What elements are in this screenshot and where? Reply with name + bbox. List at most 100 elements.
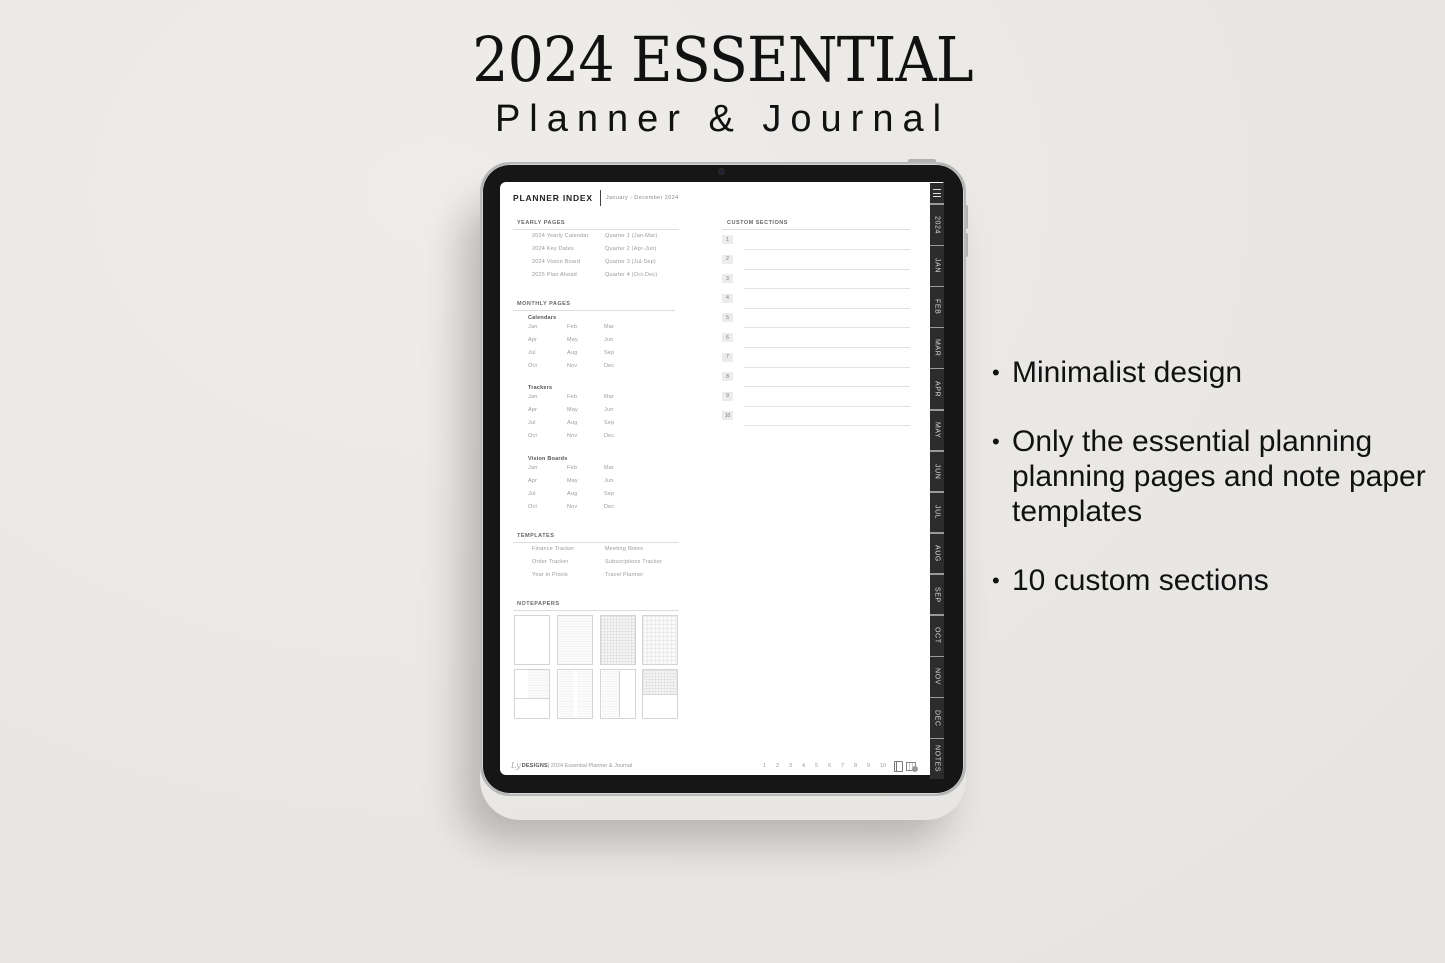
month-link[interactable]: May [567, 337, 578, 343]
month-link[interactable]: Dec [604, 363, 614, 369]
month-link[interactable]: May [567, 407, 578, 413]
custom-section-number[interactable]: 4 [722, 293, 733, 303]
tab-feb[interactable]: FEB [930, 287, 944, 327]
month-link[interactable]: Apr [528, 407, 537, 413]
custom-section-page-link[interactable]: 6 [823, 763, 836, 769]
menu-tab[interactable] [930, 183, 944, 203]
month-link[interactable]: Apr [528, 337, 537, 343]
custom-section-number[interactable]: 7 [722, 352, 733, 362]
month-link[interactable]: Apr [528, 478, 537, 484]
quarter-page-link[interactable]: Quarter 1 (Jan-Mar) [605, 233, 657, 239]
month-link[interactable]: Mar [604, 324, 614, 330]
yearly-page-link[interactable]: 2024 Yearly Calendar [532, 233, 589, 239]
month-link[interactable]: Mar [604, 394, 614, 400]
month-link[interactable]: Sep [604, 350, 614, 356]
custom-section-number[interactable]: 5 [722, 313, 733, 323]
custom-section-page-link[interactable]: 1 [758, 763, 771, 769]
month-link[interactable]: Feb [567, 324, 577, 330]
calendar-check-icon[interactable] [906, 760, 918, 772]
custom-section-page-link[interactable]: 3 [784, 763, 797, 769]
template-link[interactable]: Meeting Notes [605, 546, 643, 552]
tab-jun[interactable]: JUN [930, 451, 944, 492]
notepaper-thumbnail-cornell-lined[interactable] [514, 669, 550, 719]
custom-section-number[interactable]: 8 [722, 372, 733, 382]
month-link[interactable]: Jun [604, 478, 613, 484]
month-link[interactable]: Nov [567, 363, 577, 369]
template-link[interactable]: Order Tracker [532, 559, 569, 565]
month-link[interactable]: Oct [528, 433, 537, 439]
tab-notes[interactable]: NOTES [930, 739, 944, 779]
month-link[interactable]: Jan [528, 394, 537, 400]
custom-section-number[interactable]: 1 [722, 235, 733, 244]
template-link[interactable]: Finance Tracker [532, 546, 574, 552]
custom-section-title-line[interactable] [744, 327, 910, 329]
custom-section-page-link[interactable]: 9 [862, 763, 875, 769]
custom-section-title-line[interactable] [744, 307, 910, 309]
month-link[interactable]: Nov [567, 433, 577, 439]
month-link[interactable]: Dec [604, 504, 614, 510]
custom-section-number[interactable]: 9 [722, 391, 733, 401]
custom-section-number[interactable]: 2 [722, 254, 733, 264]
notepaper-thumbnail-lined[interactable] [557, 615, 593, 665]
yearly-page-link[interactable]: 2024 Vision Board [532, 259, 580, 265]
month-link[interactable]: Feb [567, 394, 577, 400]
custom-section-title-line[interactable] [744, 425, 910, 427]
notepaper-thumbnail-grid[interactable] [600, 615, 636, 665]
yearly-page-link[interactable]: 2025 Plan Ahead [532, 272, 577, 278]
tab-mar[interactable]: MAR [930, 328, 944, 368]
notepaper-thumbnail-half-grid[interactable] [642, 669, 678, 719]
custom-section-page-link[interactable]: 7 [836, 763, 849, 769]
month-link[interactable]: Jan [528, 465, 537, 471]
custom-section-page-link[interactable]: 4 [797, 763, 810, 769]
month-link[interactable]: Jun [604, 407, 613, 413]
tab-jul[interactable]: JUL [930, 492, 944, 533]
month-link[interactable]: Jul [528, 491, 536, 497]
custom-section-title-line[interactable] [744, 405, 910, 407]
custom-section-number[interactable]: 3 [722, 274, 733, 284]
tab-jan[interactable]: JAN [930, 246, 944, 286]
quarter-page-link[interactable]: Quarter 2 (Apr-Jun) [605, 246, 656, 252]
tab-nov[interactable]: NOV [930, 657, 944, 697]
month-link[interactable]: Oct [528, 363, 537, 369]
quarter-page-link[interactable]: Quarter 4 (Oct-Dec) [605, 272, 657, 278]
notepaper-thumbnail-dot-grid[interactable] [642, 615, 678, 665]
notepaper-thumbnail-blank[interactable] [514, 615, 550, 665]
month-link[interactable]: Sep [604, 420, 614, 426]
tab-sep[interactable]: SEP [930, 574, 944, 615]
month-link[interactable]: Aug [567, 350, 577, 356]
custom-section-page-link[interactable]: 8 [849, 763, 862, 769]
month-link[interactable]: Feb [567, 465, 577, 471]
custom-section-page-link[interactable]: 2 [771, 763, 784, 769]
template-link[interactable]: Travel Planner [605, 572, 643, 578]
month-link[interactable]: Aug [567, 420, 577, 426]
tab-dec[interactable]: DEC [930, 698, 944, 738]
tab-oct[interactable]: OCT [930, 616, 944, 656]
month-link[interactable]: Jan [528, 324, 537, 330]
month-link[interactable]: Jun [604, 337, 613, 343]
custom-section-title-line[interactable] [744, 386, 910, 388]
month-link[interactable]: Sep [604, 491, 614, 497]
month-link[interactable]: Oct [528, 504, 537, 510]
month-link[interactable]: May [567, 478, 578, 484]
custom-section-title-line[interactable] [744, 288, 910, 290]
yearly-page-link[interactable]: 2024 Key Dates [532, 246, 574, 252]
custom-section-title-line[interactable] [744, 268, 910, 270]
custom-section-title-line[interactable] [744, 347, 910, 348]
template-link[interactable]: Subscriptions Tracker [605, 559, 662, 565]
notepaper-thumbnail-two-column-lined[interactable] [557, 669, 593, 719]
month-link[interactable]: Jul [528, 350, 536, 356]
custom-section-page-link[interactable]: 10 [875, 763, 891, 769]
custom-section-title-line[interactable] [744, 249, 910, 250]
month-link[interactable]: Mar [604, 465, 614, 471]
custom-section-number[interactable]: 6 [722, 333, 733, 342]
tab-aug[interactable]: AUG [930, 533, 944, 574]
month-link[interactable]: Aug [567, 491, 577, 497]
tab-2024[interactable]: 2024 [930, 205, 944, 245]
month-link[interactable]: Jul [528, 420, 536, 426]
tab-may[interactable]: MAY [930, 410, 944, 450]
notebook-icon[interactable] [894, 760, 903, 772]
custom-section-title-line[interactable] [744, 366, 910, 368]
month-link[interactable]: Dec [604, 433, 614, 439]
custom-section-number[interactable]: 10 [722, 411, 733, 421]
notepaper-thumbnail-sidebar-lined[interactable] [600, 669, 636, 719]
